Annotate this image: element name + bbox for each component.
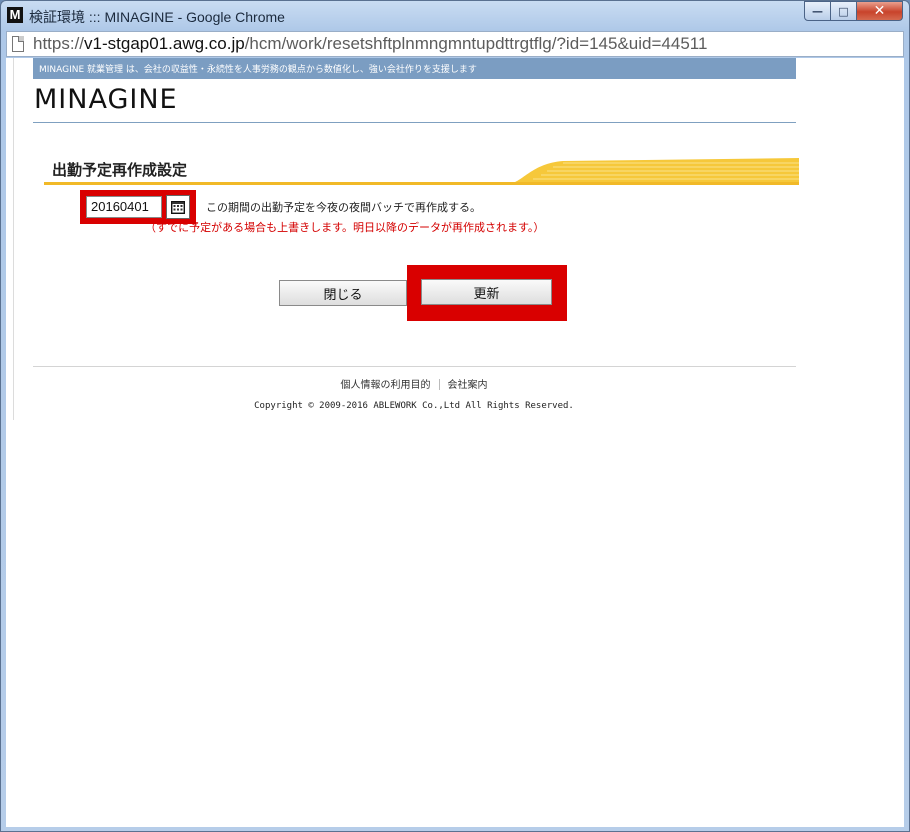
close-window-button[interactable]: ✕ bbox=[857, 1, 903, 21]
brand-logo: MINAGINE bbox=[34, 84, 178, 115]
address-bar[interactable]: https://v1-stgap01.awg.co.jp/hcm/work/re… bbox=[6, 31, 904, 57]
left-edge-divider bbox=[13, 58, 14, 420]
calendar-icon bbox=[171, 201, 185, 214]
header-banner: MINAGINE 就業管理 は、会社の収益性・永続性を人事労務の観点から数値化し… bbox=[33, 58, 796, 79]
app-logo-icon: M bbox=[7, 7, 23, 23]
minimize-button[interactable]: — bbox=[804, 1, 831, 21]
copyright-text: Copyright © 2009-2016 ABLEWORK Co.,Ltd A… bbox=[254, 401, 574, 411]
window-title: 検証環境 ::: MINAGINE - Google Chrome bbox=[29, 9, 285, 25]
browser-window: M 検証環境 ::: MINAGINE - Google Chrome — □ … bbox=[0, 0, 910, 832]
url-host: v1-stgap01.awg.co.jp bbox=[84, 34, 245, 53]
footer-links: 個人情報の利用目的 会社案内 bbox=[6, 376, 822, 391]
company-link[interactable]: 会社案内 bbox=[448, 380, 488, 391]
url-path: /hcm/work/resetshftplnmngmntupdttrgtflg/… bbox=[244, 34, 708, 53]
title-underline bbox=[44, 182, 799, 185]
section-title: 出勤予定再作成設定 bbox=[52, 161, 188, 179]
title-bar[interactable]: M 検証環境 ::: MINAGINE - Google Chrome — □ … bbox=[1, 1, 909, 29]
header-divider bbox=[33, 122, 796, 123]
title-wave-decoration bbox=[503, 158, 799, 185]
calendar-button[interactable] bbox=[166, 195, 190, 219]
page-content: MINAGINE 就業管理 は、会社の収益性・永続性を人事労務の観点から数値化し… bbox=[6, 58, 904, 827]
footer-divider bbox=[33, 366, 796, 367]
footer-separator bbox=[438, 379, 440, 390]
url-text[interactable]: https://v1-stgap01.awg.co.jp/hcm/work/re… bbox=[33, 34, 707, 54]
url-scheme: https:// bbox=[33, 34, 85, 53]
update-button[interactable]: 更新 bbox=[421, 279, 552, 305]
description-text: この期間の出勤予定を今夜の夜間バッチで再作成する。 bbox=[206, 201, 481, 214]
warning-text: （すでに予定がある場合も上書きします。明日以降のデータが再作成されます。） bbox=[145, 221, 545, 234]
page-icon bbox=[12, 36, 24, 52]
privacy-link[interactable]: 個人情報の利用目的 bbox=[341, 380, 431, 391]
maximize-button[interactable]: □ bbox=[831, 1, 857, 21]
close-button[interactable]: 閉じる bbox=[279, 280, 407, 306]
date-input[interactable]: 20160401 bbox=[86, 196, 162, 218]
window-controls: — □ ✕ bbox=[804, 1, 903, 21]
